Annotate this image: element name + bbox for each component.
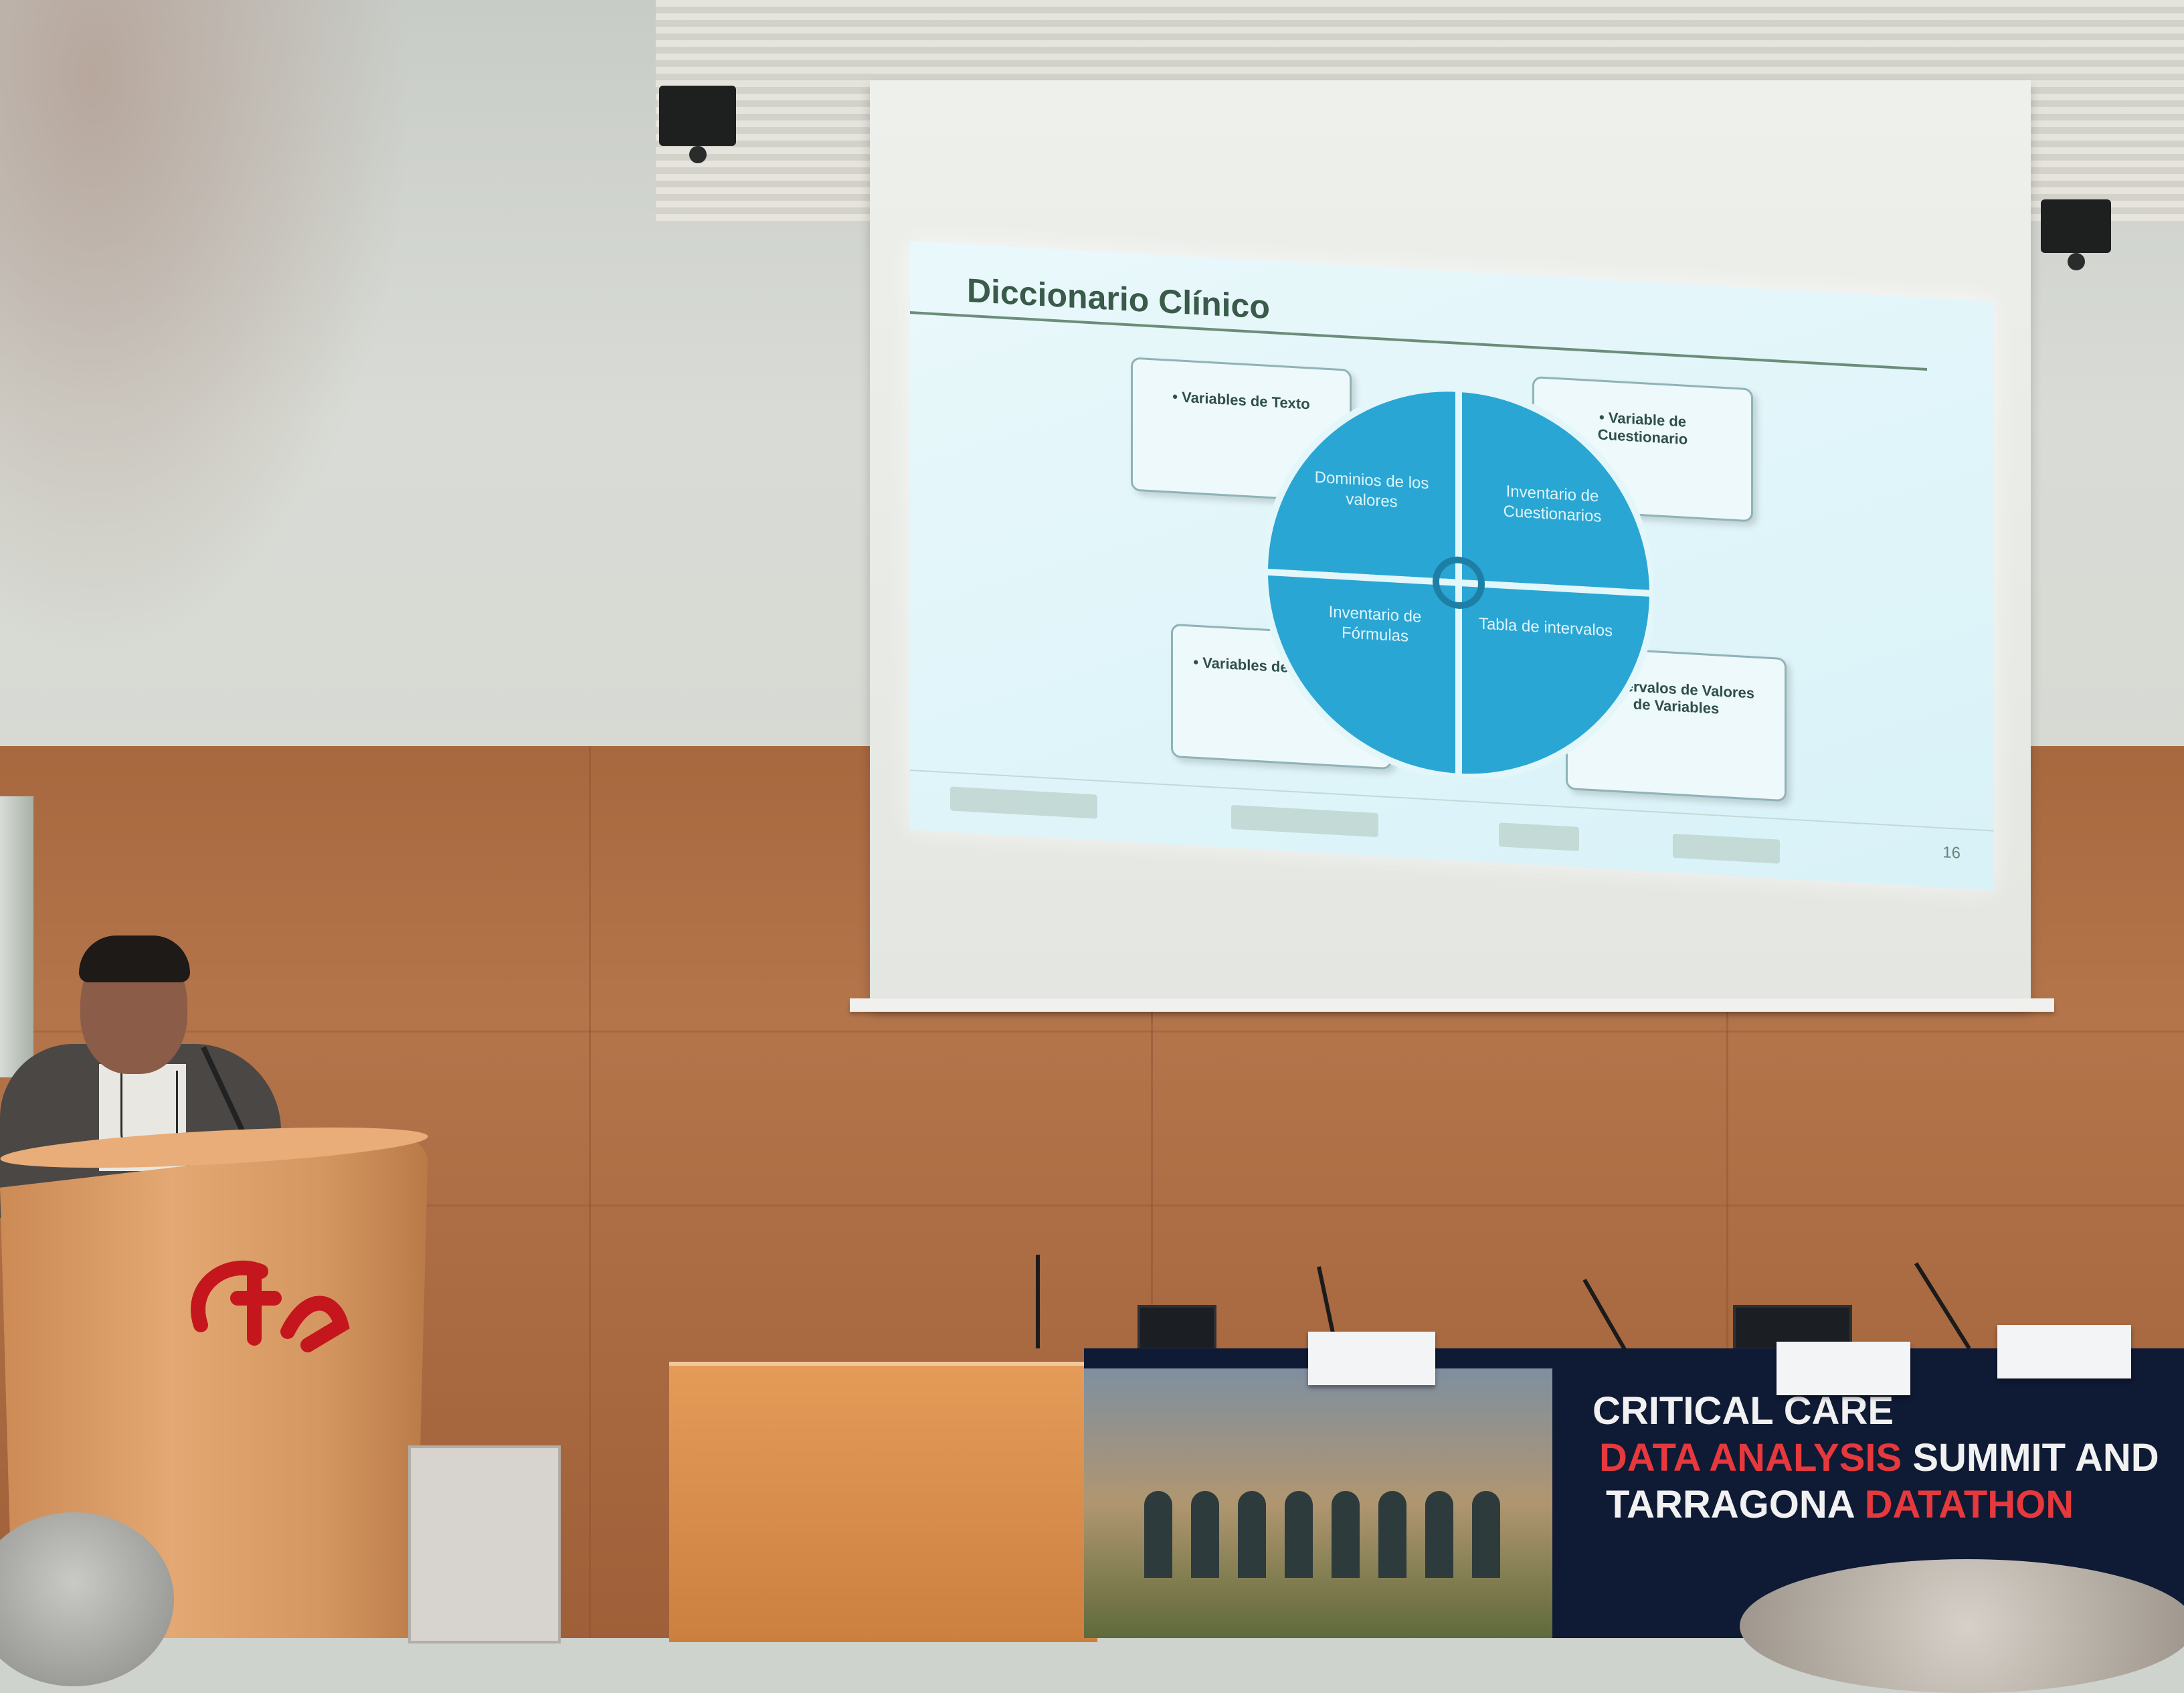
table-front xyxy=(669,1362,1097,1642)
aqueduct-arch xyxy=(1332,1491,1360,1578)
name-card xyxy=(1777,1342,1910,1395)
aqueduct-arch xyxy=(1144,1491,1172,1578)
projected-slide: Diccionario Clínico • Variables de Texto… xyxy=(910,241,1994,892)
aqueduct-arch xyxy=(1238,1491,1266,1578)
quadrant-br xyxy=(1455,579,1653,781)
equality-logo-icon xyxy=(1499,822,1579,851)
wall-panel-seam xyxy=(589,746,591,1638)
banner-line-2: DATA ANALYSIS SUMMIT AND xyxy=(1599,1435,2159,1480)
aqueduct-arch xyxy=(1425,1491,1453,1578)
slide-title-rule xyxy=(910,311,1927,371)
banner-white-text: TARRAGONA xyxy=(1606,1483,1865,1526)
quadrant-bl xyxy=(1265,568,1462,781)
name-card xyxy=(1308,1332,1435,1385)
name-card xyxy=(1997,1325,2131,1378)
speaker-hair xyxy=(79,935,190,982)
banner-white-text: SUMMIT AND xyxy=(1902,1436,2159,1480)
flag xyxy=(0,796,33,1077)
wall-speaker-icon xyxy=(2041,199,2111,270)
aqueduct-arch xyxy=(1472,1491,1500,1578)
generalitat-logo-icon xyxy=(950,786,1097,819)
table-microphone-icon xyxy=(1036,1255,1040,1348)
university-logo-icon xyxy=(191,1260,350,1352)
banner-red-text: DATATHON xyxy=(1864,1483,2074,1526)
aqueduct-photo xyxy=(1084,1368,1552,1638)
institute-logo-icon xyxy=(1673,833,1780,864)
aqueduct-arch xyxy=(1378,1491,1406,1578)
foreground-box xyxy=(408,1445,561,1643)
wall-panel-seam xyxy=(0,1031,2184,1033)
wall-speaker-icon xyxy=(659,86,736,163)
banner-line-3: TARRAGONA DATATHON xyxy=(1606,1482,2074,1527)
quadrant-pie-diagram xyxy=(1265,385,1653,781)
aqueduct-arch xyxy=(1285,1491,1313,1578)
wall-shadow xyxy=(0,0,468,756)
laptop-icon xyxy=(1138,1305,1216,1350)
audience-head xyxy=(1740,1559,2184,1693)
banner-red-text: DATA ANALYSIS xyxy=(1599,1436,1902,1480)
slide-page-number: 16 xyxy=(1942,843,1961,863)
quadrant-label-formulas: Inventario de Fórmulas xyxy=(1328,602,1422,646)
screen-bottom-bar xyxy=(850,998,2054,1012)
quadrant-label-dominios: Dominios de los valores xyxy=(1314,468,1429,511)
aqueduct-arch xyxy=(1191,1491,1219,1578)
health-service-logo-icon xyxy=(1231,804,1378,838)
quadrant-label-cuestionarios: Inventario de Cuestionarios xyxy=(1503,482,1602,526)
banner-line-1: CRITICAL CARE xyxy=(1592,1389,1894,1433)
